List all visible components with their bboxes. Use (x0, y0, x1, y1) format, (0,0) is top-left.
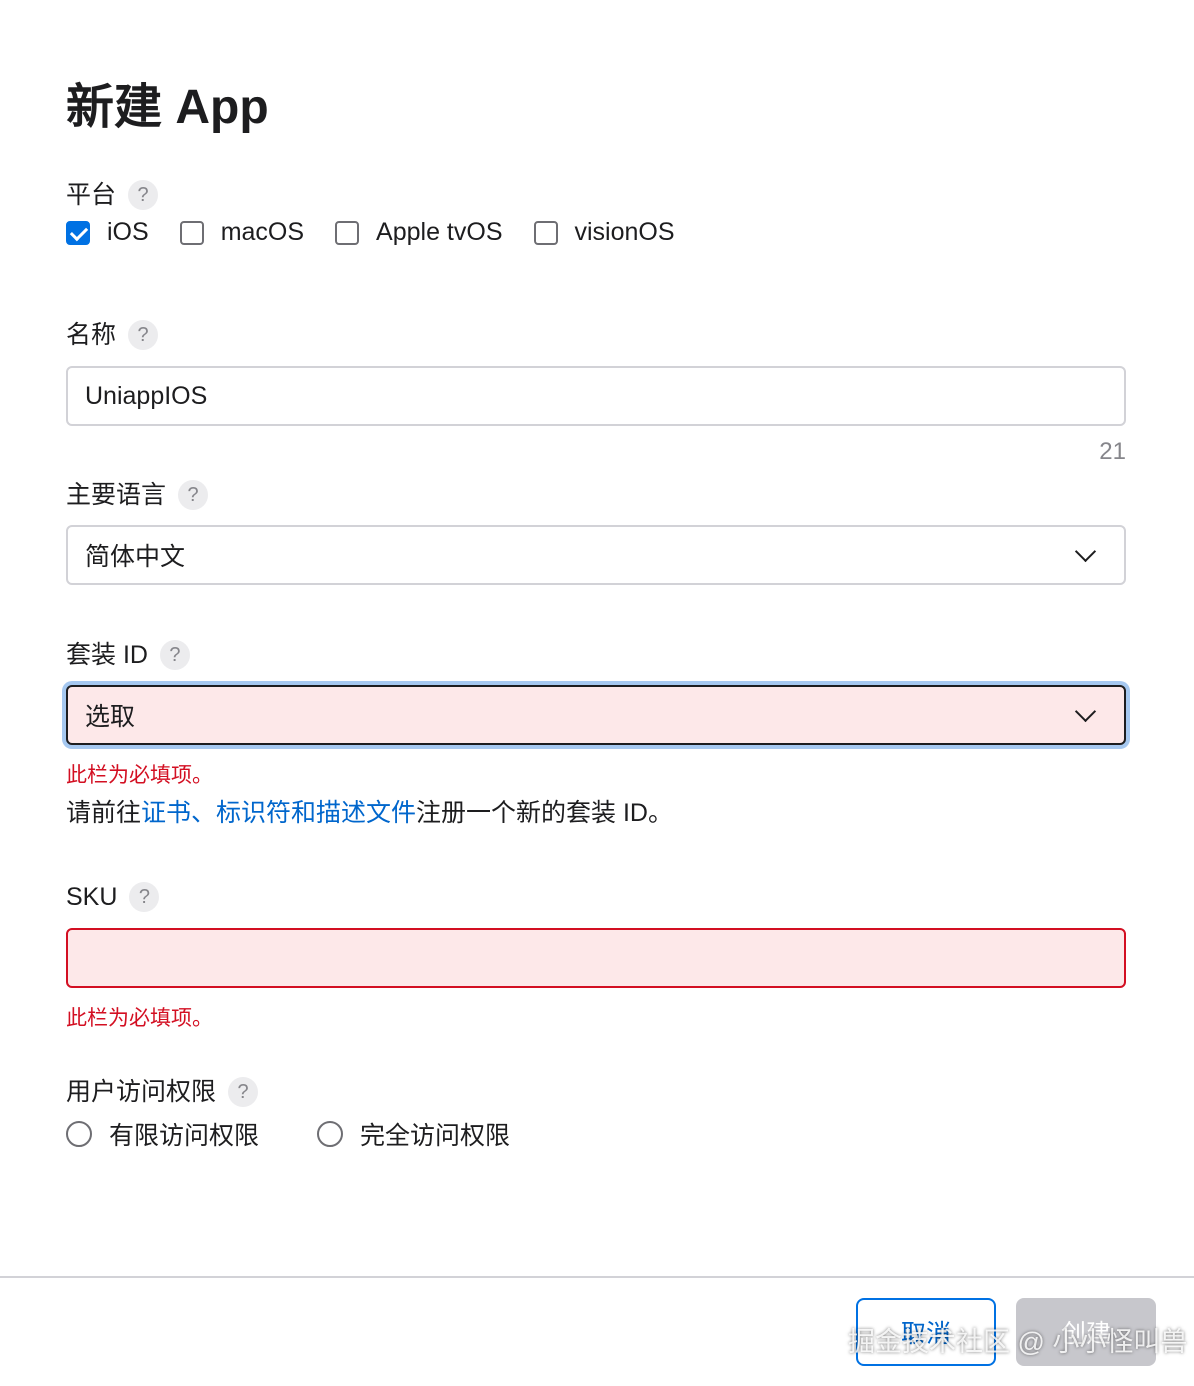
bundle-id-label-row: 套装 ID ? (66, 638, 190, 672)
name-help-icon[interactable]: ? (128, 320, 159, 350)
platform-label-row: 平台 ? (66, 178, 159, 212)
platform-option-visionos[interactable]: visionOS (533, 218, 675, 247)
platform-option-label: visionOS (574, 218, 675, 246)
bundle-id-help-icon[interactable]: ? (159, 640, 190, 670)
user-access-help-icon[interactable]: ? (228, 1077, 259, 1107)
page-title: 新建 App (66, 81, 269, 134)
language-select[interactable]: 简体中文 (66, 525, 1126, 585)
platform-option-macos[interactable]: macOS (179, 218, 305, 247)
name-label-row: 名称 ? (66, 318, 159, 352)
language-label-row: 主要语言 ? (66, 478, 209, 512)
bundle-id-select[interactable]: 选取 (66, 685, 1126, 745)
sku-label-row: SKU ? (66, 880, 160, 914)
create-button[interactable]: 创建 (1016, 1298, 1156, 1366)
bundle-id-info: 请前往证书、标识符和描述文件注册一个新的套装 ID。 (66, 793, 673, 829)
checkbox-icon[interactable] (335, 220, 360, 245)
platform-help-icon[interactable]: ? (128, 180, 159, 210)
checkbox-icon[interactable] (533, 220, 558, 245)
platform-options: iOS macOS Apple tvOS visionOS (66, 218, 706, 247)
platform-option-tvos[interactable]: Apple tvOS (335, 218, 503, 247)
bundle-id-error: 此栏为必填项。 (66, 764, 213, 787)
user-access-option-label: 有限访问权限 (109, 1122, 260, 1150)
sku-help-icon[interactable]: ? (129, 882, 160, 912)
bundle-id-label: 套装 ID (66, 641, 148, 669)
language-select-value: 简体中文 (85, 543, 186, 571)
platform-option-ios[interactable]: iOS (66, 218, 149, 247)
sku-label: SKU (66, 883, 118, 911)
radio-icon[interactable] (66, 1121, 92, 1147)
language-label: 主要语言 (66, 481, 167, 509)
language-help-icon[interactable]: ? (178, 480, 209, 510)
sku-input[interactable] (66, 928, 1126, 988)
user-access-option-label: 完全访问权限 (360, 1122, 511, 1150)
name-label: 名称 (66, 321, 117, 349)
user-access-label-row: 用户访问权限 ? (66, 1075, 259, 1109)
user-access-label: 用户访问权限 (66, 1078, 217, 1106)
cancel-button[interactable]: 取消 (856, 1298, 996, 1366)
footer-divider (0, 1276, 1194, 1278)
checkbox-checked-icon[interactable] (66, 220, 90, 245)
bundle-id-select-value: 选取 (85, 703, 136, 731)
sku-error: 此栏为必填项。 (66, 1007, 213, 1030)
platform-label: 平台 (66, 181, 117, 209)
platform-option-label: macOS (220, 218, 305, 246)
radio-icon[interactable] (317, 1121, 344, 1147)
platform-option-label: Apple tvOS (376, 218, 503, 246)
platform-option-label: iOS (107, 218, 149, 246)
bundle-id-info-prefix: 请前往 (66, 799, 142, 827)
certificates-link[interactable]: 证书、标识符和描述文件 (141, 799, 416, 827)
name-char-counter: 21 (1099, 438, 1126, 465)
user-access-option-full[interactable]: 完全访问权限 (317, 1116, 510, 1152)
chevron-down-icon (1074, 700, 1097, 722)
checkbox-icon[interactable] (179, 220, 204, 245)
name-input[interactable] (66, 366, 1126, 426)
chevron-down-icon (1074, 540, 1097, 562)
user-access-options: 有限访问权限 完全访问权限 (66, 1116, 568, 1152)
bundle-id-info-suffix: 注册一个新的套装 ID。 (416, 799, 673, 827)
user-access-option-limited[interactable]: 有限访问权限 (66, 1116, 259, 1152)
